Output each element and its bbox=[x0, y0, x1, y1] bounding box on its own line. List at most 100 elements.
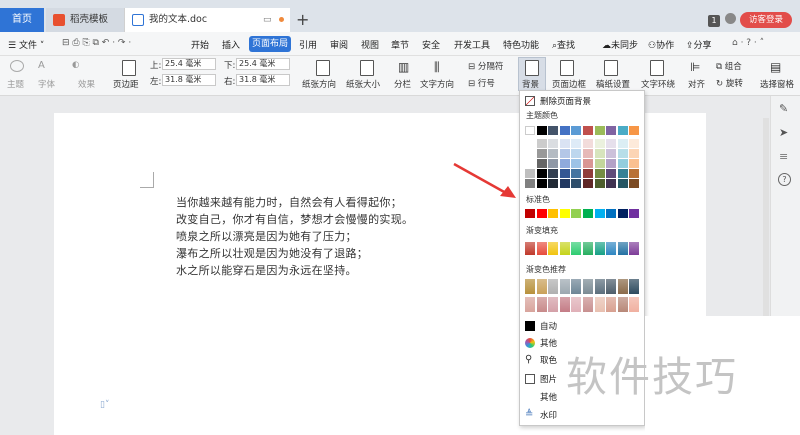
doc-line-5[interactable]: 水之所以能穿石是因为永远在坚持。 bbox=[176, 262, 357, 278]
gradient-recommend-swatch[interactable] bbox=[559, 279, 570, 294]
theme-color-shade-swatch[interactable] bbox=[548, 159, 559, 168]
standard-color-swatch[interactable] bbox=[559, 209, 570, 218]
theme-color-shade-swatch[interactable] bbox=[617, 179, 628, 188]
theme-color-shade-swatch[interactable] bbox=[559, 179, 570, 188]
gradient-recommend-swatch[interactable] bbox=[525, 297, 535, 312]
gradient-recommend-swatch[interactable] bbox=[594, 279, 605, 294]
theme-color-shade-swatch[interactable] bbox=[583, 139, 593, 148]
theme-color-shade-swatch[interactable] bbox=[548, 149, 559, 158]
theme-color-swatch[interactable] bbox=[606, 126, 617, 135]
ribbon-theme[interactable]: 主题 bbox=[7, 78, 24, 90]
group-button[interactable]: ⧉ 组合 bbox=[716, 60, 742, 72]
theme-color-shade-swatch[interactable] bbox=[629, 149, 640, 158]
theme-color-shade-swatch[interactable] bbox=[548, 179, 559, 188]
picture-item[interactable]: 图片 bbox=[540, 373, 557, 385]
gradient-fill-swatch[interactable] bbox=[617, 242, 628, 255]
theme-color-shade-swatch[interactable] bbox=[571, 139, 582, 148]
ribbon-orientation[interactable]: 纸张方向 bbox=[302, 78, 336, 90]
theme-color-shade-swatch[interactable] bbox=[629, 179, 640, 188]
bottom-margin-input[interactable]: 25.4 毫米 bbox=[236, 58, 290, 70]
theme-color-shade-swatch[interactable] bbox=[617, 169, 628, 178]
theme-color-shade-swatch[interactable] bbox=[629, 169, 640, 178]
theme-color-swatch[interactable] bbox=[617, 126, 628, 135]
gradient-fill-swatch[interactable] bbox=[536, 242, 547, 255]
more-colors-item[interactable]: 其他 bbox=[540, 337, 557, 349]
gradient-recommend-swatch[interactable] bbox=[548, 279, 559, 294]
theme-color-shade-swatch[interactable] bbox=[536, 159, 547, 168]
gradient-fill-swatch[interactable] bbox=[559, 242, 570, 255]
theme-color-shade-swatch[interactable] bbox=[594, 139, 605, 148]
menu-view[interactable]: 视图 bbox=[361, 38, 379, 51]
theme-color-shade-swatch[interactable] bbox=[536, 149, 547, 158]
ribbon-effect[interactable]: 效果 bbox=[78, 78, 95, 90]
theme-color-shade-swatch[interactable] bbox=[606, 159, 617, 168]
theme-color-shade-swatch[interactable] bbox=[629, 159, 640, 168]
theme-color-shade-swatch[interactable] bbox=[559, 159, 570, 168]
theme-color-shade-swatch[interactable] bbox=[594, 169, 605, 178]
quick-access-icons[interactable]: ⊟ ⎙ ⎘ ⧉ ↶ · ↷ · bbox=[62, 38, 131, 48]
watermark-item[interactable]: 水印 bbox=[540, 409, 557, 421]
ribbon-font[interactable]: 字体 bbox=[38, 78, 55, 90]
gradient-recommend-swatch[interactable] bbox=[525, 279, 535, 294]
standard-color-swatch[interactable] bbox=[548, 209, 559, 218]
gradient-recommend-swatch[interactable] bbox=[629, 279, 640, 294]
menu-insert[interactable]: 插入 bbox=[222, 38, 240, 51]
standard-color-swatch[interactable] bbox=[536, 209, 547, 218]
theme-color-shade-swatch[interactable] bbox=[606, 139, 617, 148]
theme-color-shade-swatch[interactable] bbox=[536, 169, 547, 178]
tab-template[interactable]: 稻壳模板 bbox=[46, 8, 128, 32]
theme-color-swatch[interactable] bbox=[594, 126, 605, 135]
theme-color-shade-swatch[interactable] bbox=[606, 179, 617, 188]
standard-color-swatch[interactable] bbox=[606, 209, 617, 218]
sync-button[interactable]: ☁未同步 bbox=[602, 38, 638, 51]
theme-color-shade-swatch[interactable] bbox=[548, 139, 559, 148]
theme-color-shade-swatch[interactable] bbox=[583, 169, 593, 178]
menu-file[interactable]: ☰ 文件 ˅ bbox=[8, 38, 44, 51]
ribbon-columns[interactable]: 分栏 bbox=[394, 78, 411, 90]
gradient-recommend-swatch[interactable] bbox=[617, 279, 628, 294]
remove-background-item[interactable]: 删除页面背景 bbox=[540, 95, 591, 107]
right-margin-input[interactable]: 31.8 毫米 bbox=[236, 74, 290, 86]
theme-color-shade-swatch[interactable] bbox=[548, 169, 559, 178]
notification-badge[interactable]: 1 bbox=[708, 15, 720, 27]
theme-color-shade-swatch[interactable] bbox=[559, 139, 570, 148]
menu-security[interactable]: 安全 bbox=[422, 38, 440, 51]
theme-color-shade-swatch[interactable] bbox=[525, 179, 535, 188]
ribbon-background[interactable]: 背景 bbox=[522, 78, 539, 90]
theme-color-shade-swatch[interactable] bbox=[571, 179, 582, 188]
theme-color-shade-swatch[interactable] bbox=[571, 159, 582, 168]
doc-line-3[interactable]: 喷泉之所以漂亮是因为她有了压力； bbox=[176, 228, 357, 244]
section-break-button[interactable]: ⊟ 分隔符 bbox=[468, 60, 503, 72]
gradient-fill-swatch[interactable] bbox=[548, 242, 559, 255]
theme-color-shade-swatch[interactable] bbox=[571, 169, 582, 178]
theme-color-swatch[interactable] bbox=[629, 126, 640, 135]
theme-color-shade-swatch[interactable] bbox=[525, 139, 535, 148]
ribbon-selection-pane[interactable]: 选择窗格 bbox=[760, 78, 794, 90]
theme-color-shade-swatch[interactable] bbox=[594, 179, 605, 188]
doc-icon[interactable]: ▯˅ bbox=[100, 400, 109, 410]
ribbon-paper-setup[interactable]: 稿纸设置 bbox=[596, 78, 630, 90]
standard-color-swatch[interactable] bbox=[571, 209, 582, 218]
gradient-recommend-swatch[interactable] bbox=[548, 297, 559, 312]
ribbon-text-wrap[interactable]: 文字环绕 bbox=[641, 78, 675, 90]
ribbon-size[interactable]: 纸张大小 bbox=[346, 78, 380, 90]
share-button[interactable]: ⇪分享 bbox=[686, 38, 712, 51]
tab-home[interactable]: 首页 bbox=[0, 8, 44, 32]
ribbon-text-direction[interactable]: 文字方向 bbox=[420, 78, 454, 90]
menu-dev-tools[interactable]: 开发工具 bbox=[454, 38, 490, 51]
gradient-fill-swatch[interactable] bbox=[606, 242, 617, 255]
theme-color-shade-swatch[interactable] bbox=[617, 139, 628, 148]
theme-color-swatch[interactable] bbox=[525, 126, 535, 135]
gradient-recommend-swatch[interactable] bbox=[571, 279, 582, 294]
standard-color-swatch[interactable] bbox=[583, 209, 593, 218]
gradient-recommend-swatch[interactable] bbox=[559, 297, 570, 312]
menu-references[interactable]: 引用 bbox=[299, 38, 317, 51]
gradient-recommend-swatch[interactable] bbox=[594, 297, 605, 312]
settings-icons[interactable]: ⌂ · ? · ˄ bbox=[732, 38, 764, 48]
search-button[interactable]: ⌕查找 bbox=[552, 38, 575, 51]
gradient-fill-swatch[interactable] bbox=[583, 242, 593, 255]
cursor-icon[interactable]: ➤ bbox=[779, 126, 788, 139]
theme-color-shade-swatch[interactable] bbox=[617, 159, 628, 168]
gradient-fill-swatch[interactable] bbox=[629, 242, 640, 255]
ribbon-margins[interactable]: 页边距 bbox=[113, 78, 139, 90]
